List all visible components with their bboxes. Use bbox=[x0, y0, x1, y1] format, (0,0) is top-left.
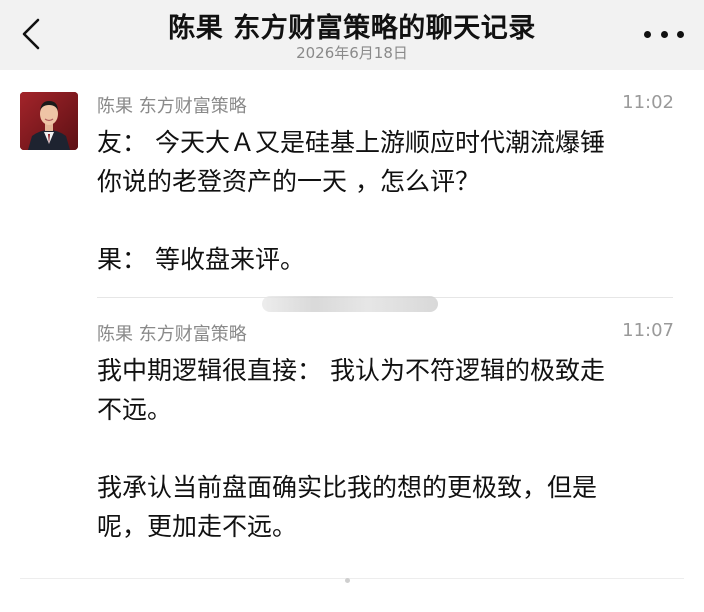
more-dots-icon bbox=[677, 30, 684, 38]
scroll-indicator bbox=[345, 578, 350, 583]
message-time: 11:02 bbox=[622, 92, 674, 113]
message-line: 不远。 bbox=[97, 395, 173, 424]
message-time: 11:07 bbox=[622, 320, 674, 341]
message-line: 我承认当前盘面确实比我的想的更极致，但是 bbox=[97, 473, 598, 502]
page-title: 陈果 东方财富策略的聊天记录 bbox=[168, 13, 536, 44]
chat-history-header: 陈果 东方财富策略的聊天记录 2026年6月18日 bbox=[0, 0, 704, 70]
watermark-smudge bbox=[262, 296, 438, 312]
more-dots-icon bbox=[644, 30, 651, 38]
avatar-portrait bbox=[20, 92, 78, 150]
message-text[interactable]: 友： 今天大Ａ又是硅基上游顺应时代潮流爆锤 你说的老登资产的一天 ，怎么评？ 果… bbox=[97, 123, 677, 279]
message-line: 友： 今天大Ａ又是硅基上游顺应时代潮流爆锤 bbox=[97, 128, 605, 157]
message-line: 你说的老登资产的一天 ，怎么评？ bbox=[97, 167, 480, 196]
message-sender: 陈果 东方财富策略 bbox=[97, 96, 247, 117]
avatar[interactable] bbox=[20, 92, 78, 150]
more-dots-icon bbox=[660, 30, 668, 38]
more-button[interactable] bbox=[644, 22, 684, 46]
message-line: 呢，更加走不远。 bbox=[97, 512, 298, 541]
page-subtitle-date: 2026年6月18日 bbox=[296, 44, 408, 62]
message-sender: 陈果 东方财富策略 bbox=[97, 324, 247, 345]
message-line: 果： 等收盘来评。 bbox=[97, 245, 305, 274]
message-line: 我中期逻辑很直接： 我认为不符逻辑的极致走 bbox=[97, 356, 605, 385]
message-text[interactable]: 我中期逻辑很直接： 我认为不符逻辑的极致走 不远。 我承认当前盘面确实比我的想的… bbox=[97, 351, 677, 546]
bottom-divider bbox=[20, 578, 684, 579]
